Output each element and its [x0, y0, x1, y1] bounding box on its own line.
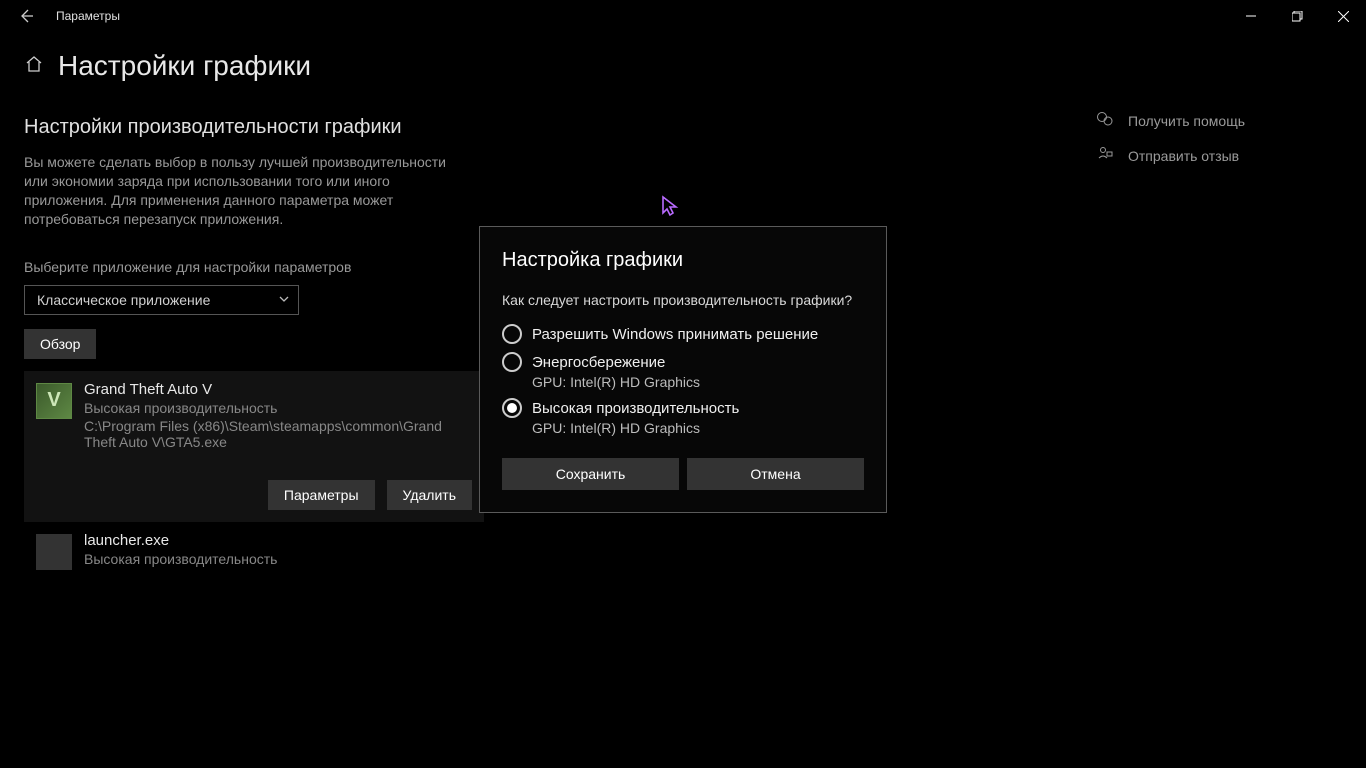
radio-option-high-performance[interactable]: Высокая производительность	[502, 398, 864, 418]
arrow-left-icon	[18, 8, 34, 24]
app-name: launcher.exe	[84, 532, 472, 549]
app-pref: Высокая производительность	[84, 551, 472, 567]
select-value: Классическое приложение	[37, 292, 210, 308]
options-button[interactable]: Параметры	[268, 480, 375, 510]
browse-button[interactable]: Обзор	[24, 329, 96, 359]
dialog-title: Настройка графики	[502, 249, 864, 272]
radio-group: Разрешить Windows принимать решение Энер…	[502, 324, 864, 436]
radio-option-system[interactable]: Разрешить Windows принимать решение	[502, 324, 864, 344]
radio-icon	[502, 324, 522, 344]
chat-icon	[1096, 110, 1114, 131]
section-title: Настройки производительности графики	[24, 116, 724, 139]
graphics-pref-dialog: Настройка графики Как следует настроить …	[479, 226, 887, 513]
app-icon	[36, 534, 72, 570]
close-button[interactable]	[1320, 0, 1366, 32]
radio-icon	[502, 352, 522, 372]
chevron-down-icon	[278, 292, 290, 308]
app-name: Grand Theft Auto V	[84, 381, 472, 398]
radio-sub: GPU: Intel(R) HD Graphics	[532, 374, 864, 390]
radio-label: Высокая производительность	[532, 400, 739, 417]
dialog-question: Как следует настроить производительность…	[502, 292, 864, 308]
minimize-button[interactable]	[1228, 0, 1274, 32]
get-help-link[interactable]: Получить помощь	[1096, 110, 1326, 131]
cancel-button[interactable]: Отмена	[687, 458, 864, 490]
minimize-icon	[1246, 11, 1256, 21]
home-icon[interactable]	[24, 54, 44, 79]
app-icon: V	[36, 383, 72, 419]
save-button[interactable]: Сохранить	[502, 458, 679, 490]
feedback-link-label: Отправить отзыв	[1128, 148, 1239, 164]
radio-label: Энергосбережение	[532, 354, 665, 371]
app-item-gta5[interactable]: V Grand Theft Auto V Высокая производите…	[24, 371, 484, 522]
restore-icon	[1292, 11, 1303, 22]
radio-icon	[502, 398, 522, 418]
app-type-select[interactable]: Классическое приложение	[24, 285, 299, 315]
title-bar: Параметры	[0, 0, 1366, 32]
radio-label: Разрешить Windows принимать решение	[532, 326, 818, 343]
back-button[interactable]	[12, 2, 40, 30]
feedback-link[interactable]: Отправить отзыв	[1096, 145, 1326, 166]
delete-button[interactable]: Удалить	[387, 480, 472, 510]
help-pane: Получить помощь Отправить отзыв	[1096, 110, 1326, 180]
app-path: C:\Program Files (x86)\Steam\steamapps\c…	[84, 418, 472, 450]
app-pref: Высокая производительность	[84, 400, 472, 416]
app-item-launcher[interactable]: launcher.exe Высокая производительность	[24, 522, 484, 582]
maximize-button[interactable]	[1274, 0, 1320, 32]
close-icon	[1338, 11, 1349, 22]
window-title: Параметры	[56, 9, 120, 23]
radio-sub: GPU: Intel(R) HD Graphics	[532, 420, 864, 436]
radio-option-power-saving[interactable]: Энергосбережение	[502, 352, 864, 372]
page-heading: Настройки графики	[58, 50, 311, 82]
feedback-icon	[1096, 145, 1114, 166]
app-list: V Grand Theft Auto V Высокая производите…	[24, 371, 484, 582]
section-description: Вы можете сделать выбор в пользу лучшей …	[24, 153, 454, 229]
help-link-label: Получить помощь	[1128, 113, 1245, 129]
